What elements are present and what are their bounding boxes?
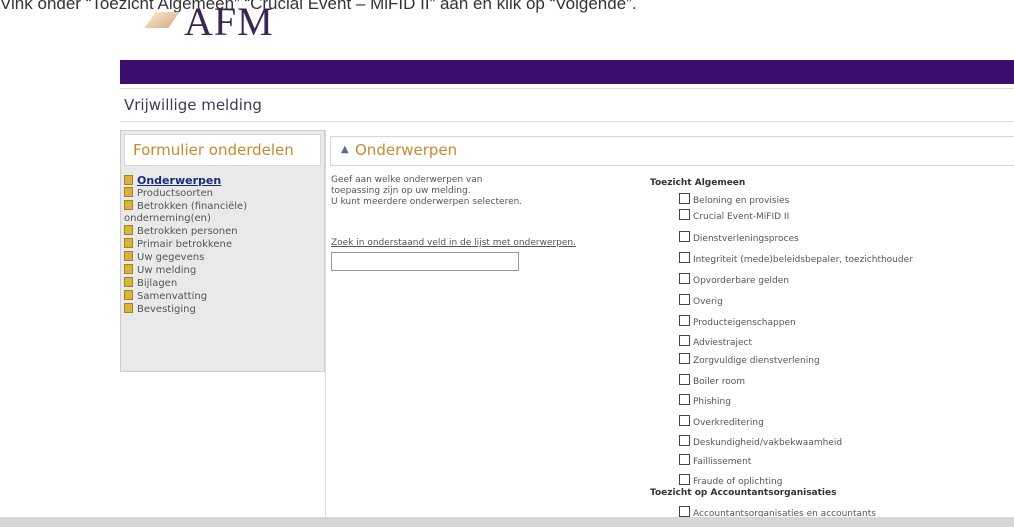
checkbox-row[interactable]: Producteigenschappen — [679, 315, 796, 329]
checkbox-row[interactable]: Boiler room — [679, 374, 745, 388]
checkbox-row[interactable]: Phishing — [679, 394, 731, 408]
page-icon — [124, 303, 133, 313]
sidebar-item-uw-melding[interactable]: Uw melding — [124, 264, 322, 277]
page-icon — [124, 187, 133, 197]
afm-logo: AFM — [184, 0, 274, 44]
page-title: Vrijwillige melding — [124, 96, 262, 114]
instruction-text: Vink onder “Toezicht Algemeen” “Crucial … — [0, 0, 637, 13]
checkbox[interactable] — [679, 193, 690, 204]
column-divider — [325, 130, 326, 527]
sidebar-header: Formulier onderdelen — [124, 134, 321, 166]
checkbox[interactable] — [679, 353, 690, 364]
section-title: Onderwerpen — [355, 141, 458, 159]
checkbox-row[interactable]: Integriteit (mede)beleidsbepaler, toezic… — [679, 252, 913, 266]
page-icon — [124, 264, 133, 274]
sidebar-item-betrokken-personen[interactable]: Betrokken personen — [124, 225, 322, 238]
section-description: Geef aan welke onderwerpen van toepassin… — [331, 175, 523, 207]
checkbox-row[interactable]: Dienstverleningsproces — [679, 231, 799, 245]
checkbox-row[interactable]: Overkreditering — [679, 415, 764, 429]
page-icon — [124, 238, 133, 248]
checkbox[interactable] — [679, 273, 690, 284]
checkbox-row[interactable]: Crucial Event-MiFID II — [679, 209, 789, 223]
page-icon — [124, 251, 133, 261]
checkbox[interactable] — [679, 415, 690, 426]
sidebar-item-samenvatting[interactable]: Samenvatting — [124, 290, 322, 303]
bottom-strip — [0, 517, 1014, 527]
checkbox[interactable] — [679, 435, 690, 446]
checkbox[interactable] — [679, 374, 690, 385]
page-icon — [124, 277, 133, 287]
checkbox[interactable] — [679, 209, 690, 220]
checkbox[interactable] — [679, 474, 690, 485]
checkbox[interactable] — [679, 506, 690, 517]
category-title-toezicht-accountants: Toezicht op Accountantsorganisaties — [650, 488, 837, 498]
checkbox-row[interactable]: Opvorderbare gelden — [679, 273, 789, 287]
checkbox-row[interactable]: Deskundigheid/vakbekwaamheid — [679, 435, 842, 449]
checkbox[interactable] — [679, 231, 690, 242]
sidebar-item-bevestiging[interactable]: Bevestiging — [124, 303, 322, 316]
checkbox[interactable] — [679, 394, 690, 405]
checkbox[interactable] — [679, 454, 690, 465]
sidebar-item-bijlagen[interactable]: Bijlagen — [124, 277, 322, 290]
search-hint: Zoek in onderstaand veld in de lijst met… — [331, 238, 576, 248]
sidebar-item-onderwerpen[interactable]: Onderwerpen — [124, 175, 322, 187]
checkbox-row[interactable]: Faillissement — [679, 454, 751, 468]
sidebar-item-productsoorten[interactable]: Productsoorten — [124, 187, 322, 200]
category-title-toezicht-algemeen: Toezicht Algemeen — [650, 178, 746, 188]
section-header[interactable]: ▲ Onderwerpen — [330, 136, 1014, 166]
checkbox-row[interactable]: Overig — [679, 294, 723, 308]
sidebar-item-uw-gegevens[interactable]: Uw gegevens — [124, 251, 322, 264]
checkbox[interactable] — [679, 315, 690, 326]
sidebar-nav: Onderwerpen Productsoorten Betrokken (fi… — [124, 175, 322, 316]
page-icon — [124, 225, 133, 235]
checkbox-row[interactable]: Beloning en provisies — [679, 193, 789, 207]
checkbox[interactable] — [679, 252, 690, 263]
page-icon — [124, 200, 133, 210]
sidebar-item-primair-betrokkene[interactable]: Primair betrokkene — [124, 238, 322, 251]
checkbox[interactable] — [679, 294, 690, 305]
checkbox-row[interactable]: Zorgvuldige dienstverlening — [679, 353, 820, 367]
sidebar-item-betrokken-ondernemingen[interactable]: Betrokken (financiële) onderneming(en) — [124, 200, 322, 225]
page-icon — [124, 290, 133, 300]
logo-swoosh-icon — [144, 12, 180, 28]
page-icon — [124, 175, 133, 185]
checkbox-row[interactable]: Fraude of oplichting — [679, 474, 782, 488]
search-input[interactable] — [331, 252, 519, 271]
brand-bar — [120, 60, 1014, 84]
collapse-arrow-icon[interactable]: ▲ — [341, 144, 349, 155]
checkbox-row[interactable]: Adviestraject — [679, 335, 752, 349]
sidebar: Formulier onderdelen Onderwerpen Product… — [120, 130, 325, 372]
sidebar-title: Formulier onderdelen — [133, 141, 294, 159]
checkbox[interactable] — [679, 335, 690, 346]
page-title-bar: Vrijwillige melding — [120, 88, 1014, 122]
